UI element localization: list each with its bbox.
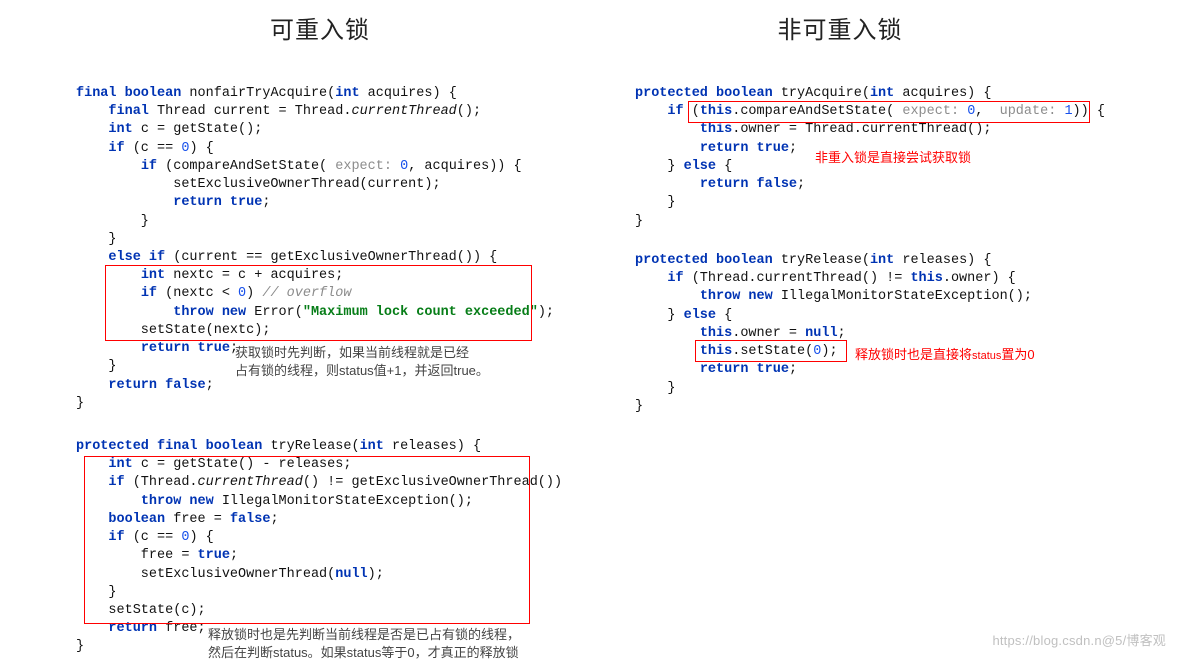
annot-right-acquire: 非重入锁是直接尝试获取锁: [815, 147, 971, 166]
watermark: https://blog.csdn.n@5/博客观: [992, 630, 1166, 649]
annot-right-release: 释放锁时也是直接将status置为0: [855, 344, 1035, 363]
annot-left-acquire-l2: 占有锁的线程，则status值+1，并返回true。: [235, 363, 489, 378]
code-right-release: protected boolean tryRelease(int release…: [635, 252, 1032, 416]
heading-reentrant: 可重入锁: [200, 10, 440, 45]
annot-left-release: 释放锁时也是先判断当前线程是否是已占有锁的线程， 然后在判断status。如果s…: [208, 626, 520, 661]
code-left-release: protected final boolean tryRelease(int r…: [76, 438, 562, 657]
annot-left-acquire-l1: 获取锁时先判断，如果当前线程就是已经: [235, 345, 469, 360]
annot-left-acquire: 获取锁时先判断，如果当前线程就是已经 占有锁的线程，则status值+1，并返回…: [235, 344, 489, 379]
heading-nonreentrant: 非可重入锁: [720, 10, 960, 45]
annot-left-release-l1: 释放锁时也是先判断当前线程是否是已占有锁的线程，: [208, 627, 520, 642]
annot-left-release-l2: 然后在判断status。如果status等于0，才真正的释放锁: [208, 645, 519, 660]
annot-right-release-suffix: 置为0: [1001, 347, 1034, 362]
annot-right-release-prefix: 释放锁时也是直接将: [855, 347, 972, 362]
